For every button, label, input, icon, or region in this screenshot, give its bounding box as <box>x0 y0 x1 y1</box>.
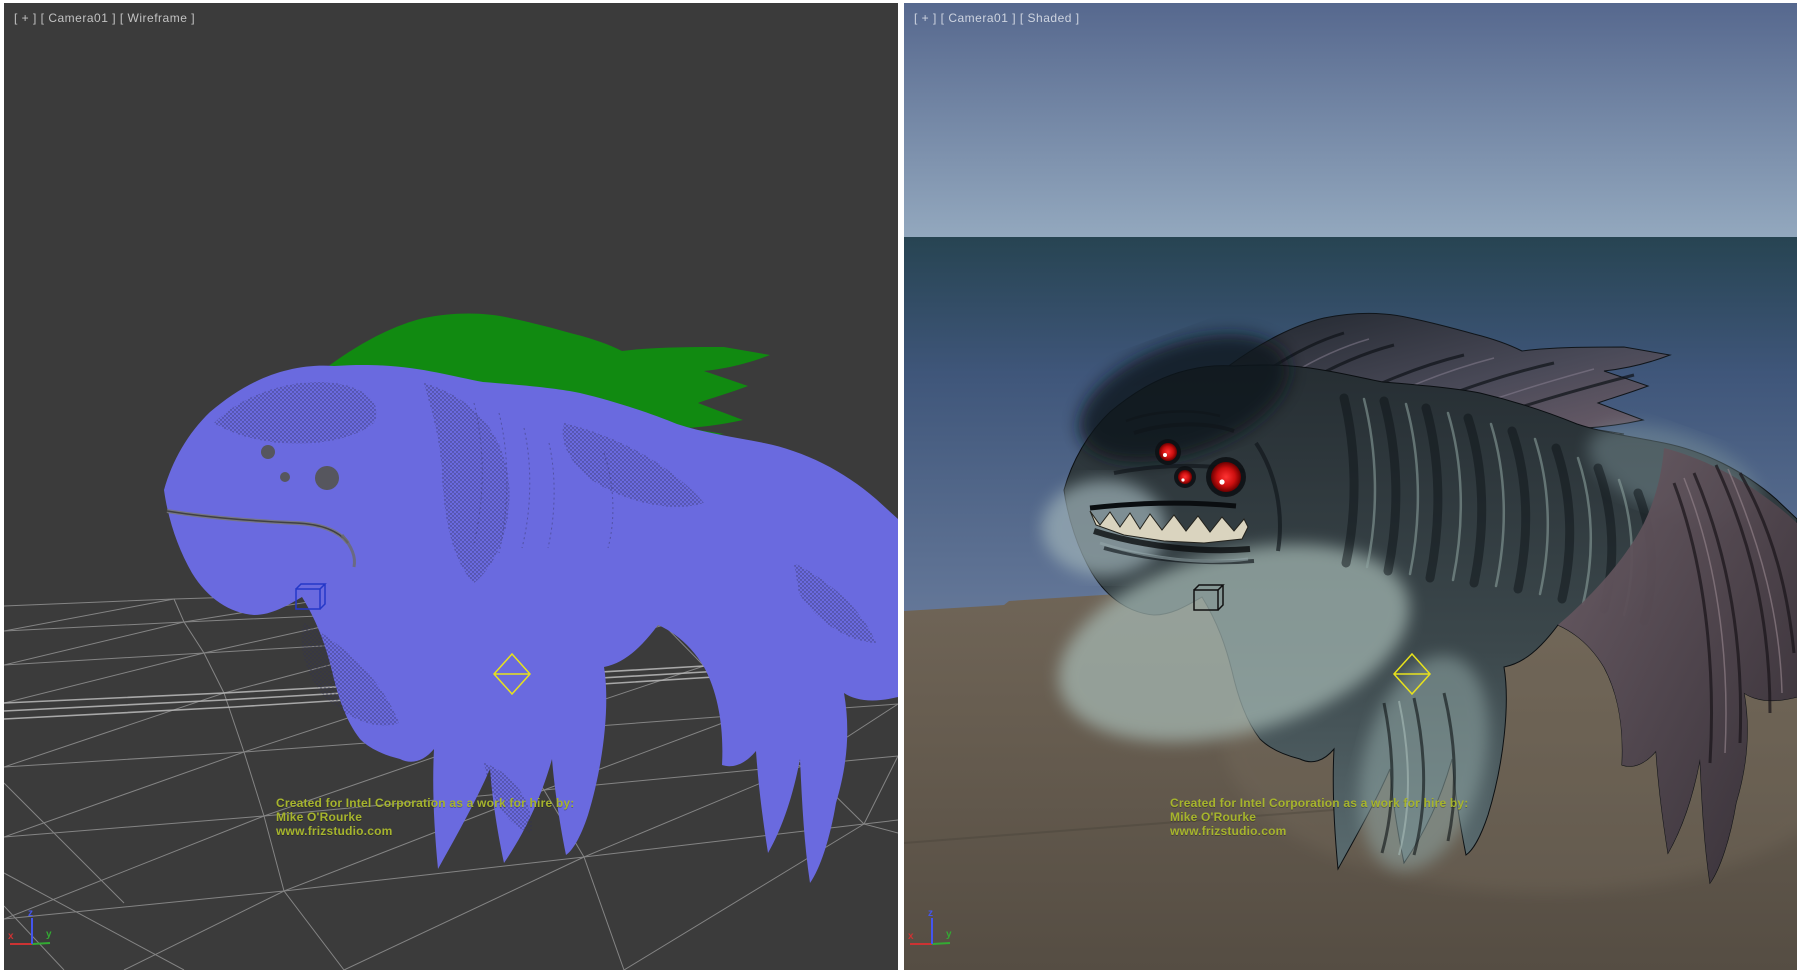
viewport-shaded[interactable]: [ + ] [ Camera01 ] [ Shaded ] Created fo… <box>904 3 1797 970</box>
watermark-line-2: Mike O'Rourke <box>1170 810 1490 824</box>
viewport-label-wireframe[interactable]: [ + ] [ Camera01 ] [ Wireframe ] <box>14 11 195 25</box>
viewport-wireframe[interactable]: [ + ] [ Camera01 ] [ Wireframe ] Created… <box>4 3 898 970</box>
axis-z-label: z <box>928 908 933 919</box>
axis-y-label: y <box>946 929 952 940</box>
axis-x-label: x <box>908 931 914 942</box>
axis-z-label: z <box>28 908 33 919</box>
scene-watermark: Created for Intel Corporation as a work … <box>1170 796 1490 838</box>
watermark-line-3: www.frizstudio.com <box>276 824 596 838</box>
world-axis-tripod-icon: x y z <box>906 906 958 952</box>
world-axis-tripod-icon: x y z <box>6 906 58 952</box>
watermark-line-3: www.frizstudio.com <box>1170 824 1490 838</box>
scene-watermark: Created for Intel Corporation as a work … <box>276 796 596 838</box>
axis-x-label: x <box>8 931 14 942</box>
watermark-line-1: Created for Intel Corporation as a work … <box>276 796 596 810</box>
application-window: [ + ] [ Camera01 ] [ Wireframe ] Created… <box>0 0 1800 978</box>
watermark-line-2: Mike O'Rourke <box>276 810 596 824</box>
viewport-label-shaded[interactable]: [ + ] [ Camera01 ] [ Shaded ] <box>914 11 1080 25</box>
axis-y-label: y <box>46 929 52 940</box>
watermark-line-1: Created for Intel Corporation as a work … <box>1170 796 1490 810</box>
sky-background <box>904 3 1797 237</box>
